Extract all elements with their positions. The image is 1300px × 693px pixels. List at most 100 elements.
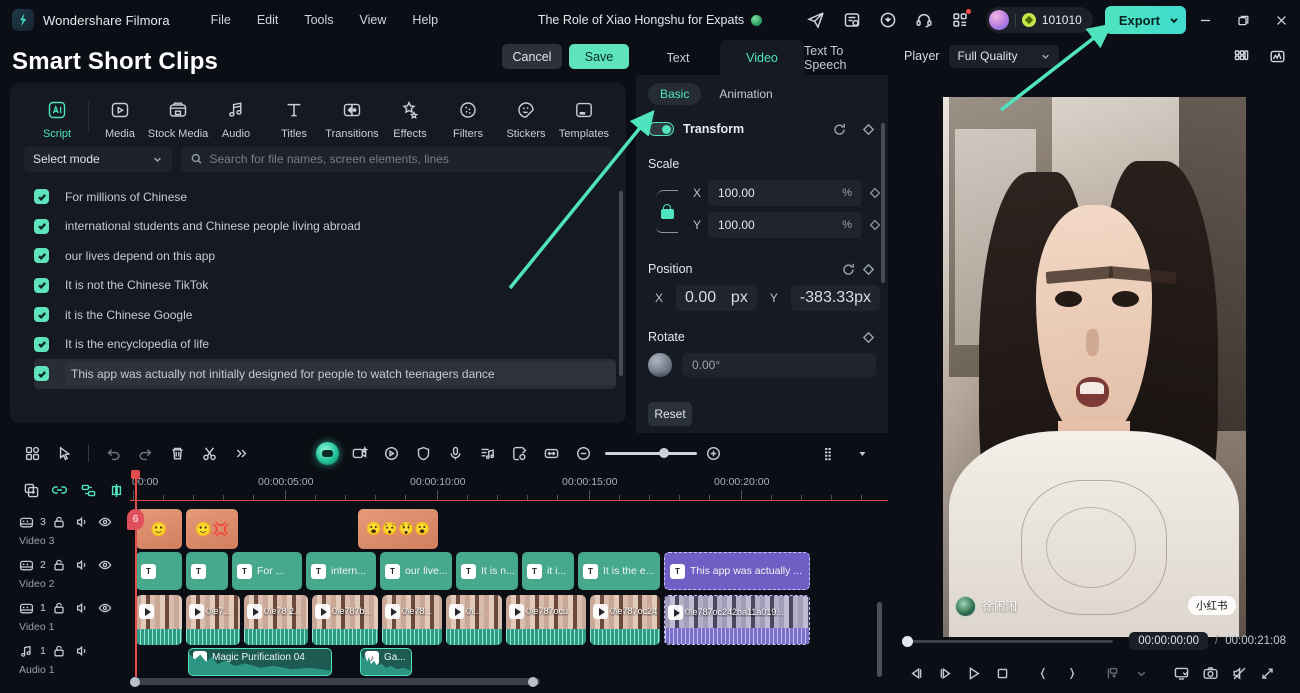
clip-video[interactable]: 0\e78 2... [244, 595, 308, 645]
clip-video[interactable]: 0\e787oc242ba11a019... [590, 595, 660, 645]
scale-x-input[interactable]: 100.00 % [708, 179, 862, 206]
ai-orb-icon[interactable] [311, 438, 343, 468]
avatar[interactable] [988, 10, 1009, 30]
mark-out-icon[interactable] [1059, 660, 1084, 687]
clip-video[interactable] [136, 595, 182, 645]
layout-grid-icon[interactable] [1228, 43, 1254, 69]
cancel-button[interactable]: Cancel [502, 44, 562, 69]
motion-tracking-icon[interactable] [375, 438, 407, 468]
stop-icon[interactable] [990, 660, 1015, 687]
lock-icon[interactable] [660, 203, 674, 219]
tool-stickers[interactable]: Stickers [497, 93, 555, 140]
mute-track-icon[interactable] [72, 642, 92, 660]
tool-media[interactable]: Media [91, 93, 149, 140]
cloud-download-icon[interactable] [873, 5, 903, 35]
tab-video[interactable]: Video [720, 40, 804, 75]
hide-track-icon[interactable] [95, 556, 115, 574]
playhead-handle[interactable]: 6 [127, 509, 144, 530]
list-item[interactable]: For millions of Chinese [34, 182, 616, 212]
tasks-icon[interactable] [837, 5, 867, 35]
clip-text[interactable]: T it i... [522, 552, 574, 590]
marker-dropdown-icon[interactable] [1129, 660, 1154, 687]
clip-text[interactable]: T intern... [306, 552, 376, 590]
search-box[interactable] [181, 146, 612, 172]
clip-video[interactable]: 0\e78... [382, 595, 442, 645]
transform-reset-icon[interactable] [829, 119, 849, 139]
voice-record-icon[interactable] [439, 438, 471, 468]
menu-help[interactable]: Help [401, 8, 449, 32]
transform-keyframe-icon[interactable] [858, 119, 878, 139]
clip-image[interactable]: 🙂💢 [186, 509, 238, 549]
tab-text[interactable]: Text [636, 40, 720, 75]
menu-view[interactable]: View [349, 8, 398, 32]
line-checkbox[interactable] [34, 248, 49, 264]
headset-icon[interactable] [909, 5, 939, 35]
position-reset-icon[interactable] [838, 259, 858, 279]
tool-script[interactable]: Script [28, 93, 86, 140]
current-time[interactable]: 00:00:00:00 [1129, 632, 1209, 650]
delete-icon[interactable] [161, 438, 193, 468]
lock-track-icon[interactable] [49, 599, 69, 617]
clip-video-selected[interactable]: 0\e787oc242ba11a019... [664, 595, 810, 645]
group-icon[interactable] [75, 477, 102, 503]
track-dropdown-icon[interactable] [846, 438, 878, 468]
menu-edit[interactable]: Edit [246, 8, 290, 32]
add-marker-icon[interactable] [1100, 660, 1125, 687]
list-item[interactable]: international students and Chinese peopl… [34, 212, 616, 242]
undo-icon[interactable] [97, 438, 129, 468]
zoom-in-icon[interactable] [697, 438, 729, 468]
tool-transitions[interactable]: Transitions [323, 93, 381, 140]
menu-file[interactable]: File [200, 8, 242, 32]
track-height-icon[interactable] [814, 438, 846, 468]
scale-lock[interactable] [648, 179, 686, 243]
select-tool-icon[interactable] [48, 438, 80, 468]
render-preview-icon[interactable] [1169, 660, 1194, 687]
rotate-keyframe-icon[interactable] [858, 327, 878, 347]
clip-video[interactable]: 0\e787b... [312, 595, 378, 645]
tab-text-to-speech[interactable]: Text To Speech [804, 40, 888, 75]
search-input[interactable] [209, 152, 602, 166]
reset-button[interactable]: Reset [648, 402, 692, 426]
clip-audio[interactable]: ♪ Magic Purification 04 [188, 648, 332, 676]
mark-in-icon[interactable] [1031, 660, 1056, 687]
clip-video[interactable]: 0\e7... [186, 595, 240, 645]
mute-track-icon[interactable] [72, 513, 92, 531]
line-checkbox[interactable] [34, 189, 49, 205]
hide-track-icon[interactable] [95, 599, 115, 617]
snapshot-icon[interactable] [1198, 660, 1223, 687]
fullscreen-icon[interactable] [1255, 660, 1280, 687]
quality-dropdown[interactable]: Full Quality [949, 44, 1060, 68]
mute-track-icon[interactable] [72, 556, 92, 574]
clip-text-selected[interactable]: T This app was actually ... [664, 552, 810, 590]
waveform-icon[interactable] [1264, 43, 1290, 69]
restore-icon[interactable] [1224, 0, 1262, 40]
clip-video[interactable]: 0\... [446, 595, 502, 645]
clip-text[interactable]: T our live... [380, 552, 452, 590]
mute-track-icon[interactable] [72, 599, 92, 617]
apps-grid-icon[interactable] [945, 5, 975, 35]
list-item[interactable]: It is the encyclopedia of life [34, 330, 616, 360]
split-scissors-icon[interactable] [193, 438, 225, 468]
line-checkbox[interactable] [34, 218, 49, 234]
properties-scrollbar[interactable] [881, 123, 885, 283]
magnet-icon[interactable] [104, 477, 131, 503]
hide-track-icon[interactable] [95, 513, 115, 531]
list-item[interactable]: it is the Chinese Google [34, 300, 616, 330]
list-item-selected[interactable]: This app was actually not initially desi… [34, 359, 616, 389]
clip-text[interactable]: T It is the e... [578, 552, 660, 590]
tool-effects[interactable]: Effects [381, 93, 439, 140]
subtab-basic[interactable]: Basic [648, 83, 702, 105]
zoom-out-icon[interactable] [567, 438, 599, 468]
position-y-input[interactable]: -383.33 px [790, 285, 880, 311]
link-icon[interactable] [47, 477, 74, 503]
subtab-animation[interactable]: Animation [707, 83, 784, 105]
auto-sync-icon[interactable] [503, 438, 535, 468]
clip-text[interactable]: T [136, 552, 182, 590]
list-item[interactable]: It is not the Chinese TikTok [34, 271, 616, 301]
line-checkbox[interactable] [34, 336, 49, 352]
clip-audio[interactable]: ♪ Ga... [360, 648, 412, 676]
export-button[interactable]: Export [1104, 6, 1186, 34]
tool-audio[interactable]: Audio [207, 93, 265, 140]
tool-filters[interactable]: Filters [439, 93, 497, 140]
clip-text[interactable]: T For ... [232, 552, 302, 590]
